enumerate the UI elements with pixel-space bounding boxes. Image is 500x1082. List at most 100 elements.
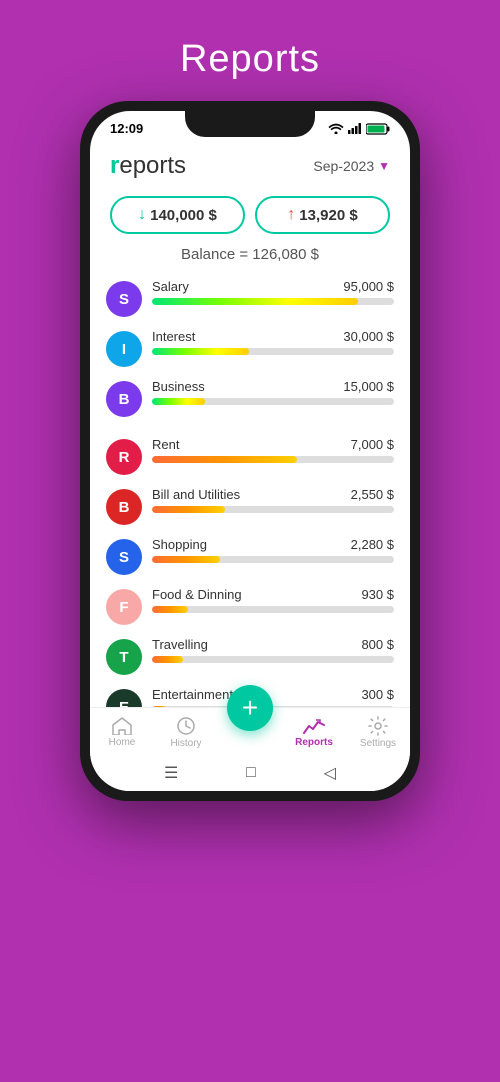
- category-info: Shopping 2,280 $: [152, 537, 394, 563]
- category-avatar: R: [106, 439, 142, 475]
- category-name-row: Travelling 800 $: [152, 637, 394, 652]
- balance-label: Balance = 126,080 $: [181, 246, 319, 263]
- category-name: Rent: [152, 437, 179, 452]
- progress-bar-bg: [152, 556, 394, 563]
- progress-bar-fill: [152, 656, 183, 663]
- progress-bar-bg: [152, 456, 394, 463]
- category-name: Food & Dinning: [152, 587, 242, 602]
- nav-settings-label: Settings: [360, 738, 396, 749]
- category-info: Bill and Utilities 2,550 $: [152, 487, 394, 513]
- income-amount: 140,000 $: [150, 207, 217, 224]
- category-info: Entertainment 300 $: [152, 687, 394, 707]
- category-amount: 30,000 $: [343, 329, 394, 344]
- nav-reports[interactable]: Reports: [287, 717, 342, 748]
- category-avatar: S: [106, 539, 142, 575]
- progress-bar-bg: [152, 398, 394, 405]
- history-icon: [176, 716, 196, 736]
- category-name: Business: [152, 379, 205, 394]
- hamburger-icon: ☰: [164, 763, 178, 783]
- page-title: Reports: [180, 38, 320, 81]
- triangle-icon: ◁: [324, 763, 336, 783]
- date-label: Sep-2023: [313, 158, 374, 174]
- progress-bar-bg: [152, 606, 394, 613]
- progress-bar-fill: [152, 506, 225, 513]
- phone-frame: 12:09: [80, 101, 420, 801]
- category-amount: 95,000 $: [343, 279, 394, 294]
- fab-plus-icon: +: [242, 692, 258, 724]
- app-header: reports Sep-2023 ▼: [90, 140, 410, 188]
- category-info: Salary 95,000 $: [152, 279, 394, 305]
- progress-bar-fill: [152, 606, 188, 613]
- category-info: Travelling 800 $: [152, 637, 394, 663]
- notch: [185, 111, 315, 137]
- progress-bar-bg: [152, 348, 394, 355]
- progress-bar-fill: [152, 298, 358, 305]
- progress-bar-bg: [152, 506, 394, 513]
- category-avatar: B: [106, 381, 142, 417]
- category-amount: 300 $: [361, 687, 394, 702]
- category-name-row: Food & Dinning 930 $: [152, 587, 394, 602]
- nav-history[interactable]: History: [159, 716, 214, 749]
- category-avatar: E: [106, 689, 142, 707]
- category-name-row: Interest 30,000 $: [152, 329, 394, 344]
- progress-bar-fill: [152, 456, 297, 463]
- category-name: Shopping: [152, 537, 207, 552]
- expense-button[interactable]: ↑ 13,920 $: [255, 196, 390, 234]
- status-icons: [328, 123, 390, 135]
- nav-history-label: History: [170, 738, 201, 749]
- category-name: Interest: [152, 329, 195, 344]
- progress-bar-fill: [152, 556, 220, 563]
- title-r: r: [110, 152, 119, 179]
- income-arrow-icon: ↓: [138, 206, 146, 224]
- nav-home[interactable]: Home: [95, 717, 150, 748]
- balance-row: Balance = 126,080 $: [90, 242, 410, 273]
- nav-settings[interactable]: Settings: [351, 716, 406, 749]
- list-item: T Travelling 800 $: [106, 631, 394, 681]
- category-info: Interest 30,000 $: [152, 329, 394, 355]
- category-avatar: I: [106, 331, 142, 367]
- category-name-row: Bill and Utilities 2,550 $: [152, 487, 394, 502]
- home-icon: [112, 717, 132, 735]
- section-separator: [106, 423, 394, 431]
- signal-icon: [348, 123, 362, 134]
- category-avatar: F: [106, 589, 142, 625]
- summary-row: ↓ 140,000 $ ↑ 13,920 $: [90, 188, 410, 242]
- category-info: Food & Dinning 930 $: [152, 587, 394, 613]
- list-item: B Bill and Utilities 2,550 $: [106, 481, 394, 531]
- list-item: F Food & Dinning 930 $: [106, 581, 394, 631]
- nav-reports-label: Reports: [295, 737, 333, 748]
- category-amount: 7,000 $: [351, 437, 394, 452]
- category-name: Bill and Utilities: [152, 487, 240, 502]
- category-info: Rent 7,000 $: [152, 437, 394, 463]
- expense-arrow-icon: ↑: [287, 206, 295, 224]
- settings-icon: [368, 716, 388, 736]
- expense-amount: 13,920 $: [299, 207, 357, 224]
- progress-bar-fill: [152, 398, 205, 405]
- fab-button[interactable]: +: [227, 685, 273, 731]
- category-name: Travelling: [152, 637, 208, 652]
- nav-home-label: Home: [109, 737, 136, 748]
- category-name: Salary: [152, 279, 189, 294]
- progress-bar-bg: [152, 656, 394, 663]
- list-item: I Interest 30,000 $: [106, 323, 394, 373]
- dropdown-arrow-icon: ▼: [378, 159, 390, 173]
- phone-screen: 12:09: [90, 111, 410, 791]
- category-avatar: T: [106, 639, 142, 675]
- category-amount: 15,000 $: [343, 379, 394, 394]
- gesture-bar: ☰ □ ◁: [90, 755, 410, 791]
- status-time: 12:09: [110, 121, 143, 136]
- title-rest: eports: [119, 152, 186, 179]
- date-selector[interactable]: Sep-2023 ▼: [313, 158, 390, 174]
- category-info: Business 15,000 $: [152, 379, 394, 405]
- category-amount: 2,550 $: [351, 487, 394, 502]
- category-name-row: Salary 95,000 $: [152, 279, 394, 294]
- progress-bar-fill: [152, 348, 249, 355]
- income-button[interactable]: ↓ 140,000 $: [110, 196, 245, 234]
- app-title: reports: [110, 152, 186, 180]
- progress-bar-bg: [152, 298, 394, 305]
- square-icon: □: [246, 764, 256, 782]
- list-item: S Shopping 2,280 $: [106, 531, 394, 581]
- category-name-row: Business 15,000 $: [152, 379, 394, 394]
- category-name: Entertainment: [152, 687, 233, 702]
- category-amount: 800 $: [361, 637, 394, 652]
